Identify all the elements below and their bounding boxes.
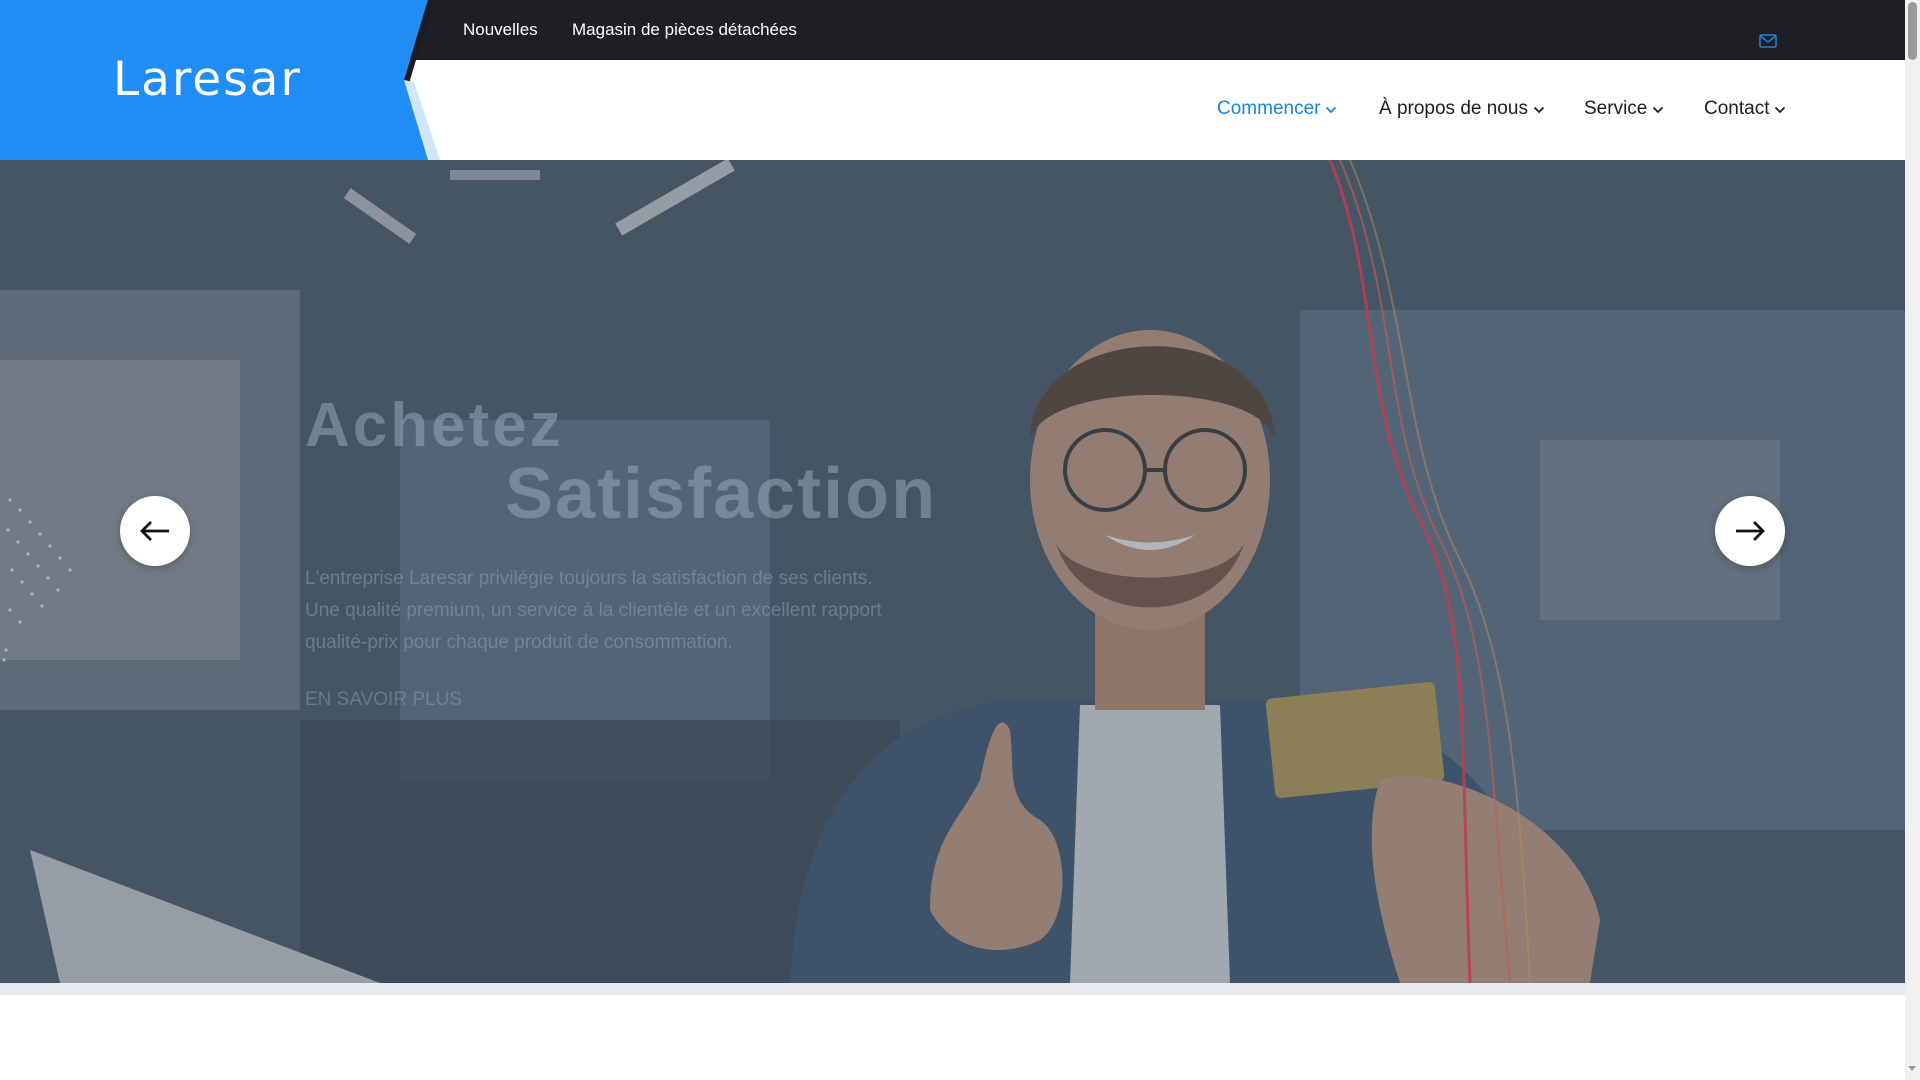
hero-bottom-strip (0, 983, 1905, 995)
nav-item-label: Commencer (1217, 98, 1321, 119)
nav-item-about-us[interactable]: À propos de nous (1379, 98, 1545, 120)
slider-next-button[interactable] (1715, 496, 1785, 566)
nav-item-commencer[interactable]: Commencer (1217, 98, 1337, 120)
topbar-link-news[interactable]: Nouvelles (463, 20, 538, 40)
arrow-right-icon (1736, 521, 1765, 541)
chevron-down-icon (1533, 106, 1545, 114)
nav-item-service[interactable]: Service (1584, 98, 1664, 120)
slider-prev-button[interactable] (120, 496, 190, 566)
logo-block[interactable]: Laresar (0, 0, 440, 160)
hero-description: L'entreprise Laresar privilégie toujours… (305, 568, 882, 653)
scrollbar-thumb[interactable] (1908, 2, 1917, 60)
hero-title-line-1: Achetez (305, 391, 564, 460)
hero-overlay (0, 160, 1905, 983)
topbar-link-parts-shop[interactable]: Magasin de pièces détachées (572, 20, 797, 40)
nav-item-label: Contact (1704, 98, 1770, 119)
hero-caption: Achetez Satisfaction L'entreprise Laresa… (305, 390, 945, 711)
hero-slider: Achetez Satisfaction L'entreprise Laresa… (0, 160, 1905, 983)
nav-item-contact[interactable]: Contact (1704, 98, 1786, 120)
page: Nouvelles Magasin de pièces détachées Co… (0, 0, 1920, 1080)
chevron-down-icon (1326, 106, 1337, 114)
hero-cta-link[interactable]: EN SAVOIR PLUS (305, 689, 945, 711)
scroll-down-arrow-icon[interactable] (1908, 1066, 1916, 1071)
logo: Laresar (113, 52, 302, 107)
hero-title-line-2: Satisfaction (505, 454, 938, 534)
chevron-down-icon (1775, 106, 1786, 114)
mail-icon[interactable] (1759, 34, 1777, 48)
nav-item-label: À propos de nous (1379, 98, 1528, 119)
nav-item-label: Service (1584, 98, 1648, 119)
arrow-left-icon (140, 521, 169, 541)
page-scrollbar[interactable] (1905, 0, 1920, 1080)
chevron-down-icon (1653, 106, 1664, 114)
